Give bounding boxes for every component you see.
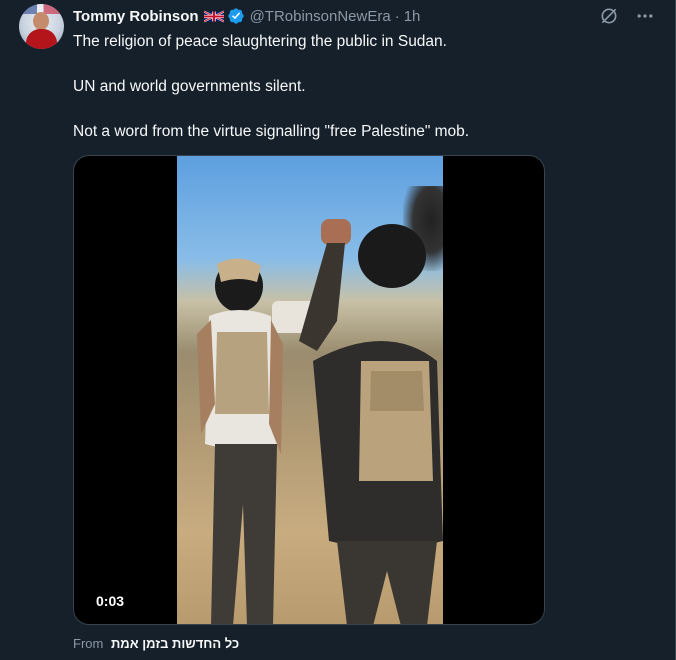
author-handle[interactable]: @TRobinsonNewEra xyxy=(250,8,391,25)
video-frame xyxy=(177,156,443,624)
author-avatar[interactable] xyxy=(19,4,64,49)
video-duration: 0:03 xyxy=(96,593,125,609)
video-player[interactable]: 0:03 xyxy=(73,155,545,625)
uk-flag-icon xyxy=(203,10,224,22)
video-source-attribution: From כל החדשות בזמן אמת xyxy=(73,636,239,651)
person-left xyxy=(197,258,283,624)
tweet-header: Tommy Robinson @TRobinsonNewEra · 1h xyxy=(73,6,420,26)
author-name[interactable]: Tommy Robinson xyxy=(73,8,199,25)
avatar-body xyxy=(26,29,57,49)
tweet-paragraph: Not a word from the virtue signalling "f… xyxy=(73,123,470,140)
tweet-text: The religion of peace slaughtering the p… xyxy=(73,31,663,166)
tweet-paragraph: UN and world governments silent. xyxy=(73,78,306,95)
more-icon[interactable] xyxy=(633,4,657,28)
verified-badge-icon[interactable] xyxy=(227,7,245,25)
tweet-paragraph: The religion of peace slaughtering the p… xyxy=(73,33,447,50)
source-prefix: From xyxy=(73,636,104,651)
tweet-top-actions xyxy=(597,4,657,28)
tweet[interactable]: Tommy Robinson @TRobinsonNewEra · 1h The… xyxy=(0,0,676,660)
header-separator: · xyxy=(394,7,400,25)
avatar-head xyxy=(33,12,49,30)
grok-icon[interactable] xyxy=(597,4,621,28)
person-right-fist-raised xyxy=(299,219,443,624)
tweet-timestamp[interactable]: 1h xyxy=(404,8,421,25)
source-account-link[interactable]: כל החדשות בזמן אמת xyxy=(111,636,239,651)
